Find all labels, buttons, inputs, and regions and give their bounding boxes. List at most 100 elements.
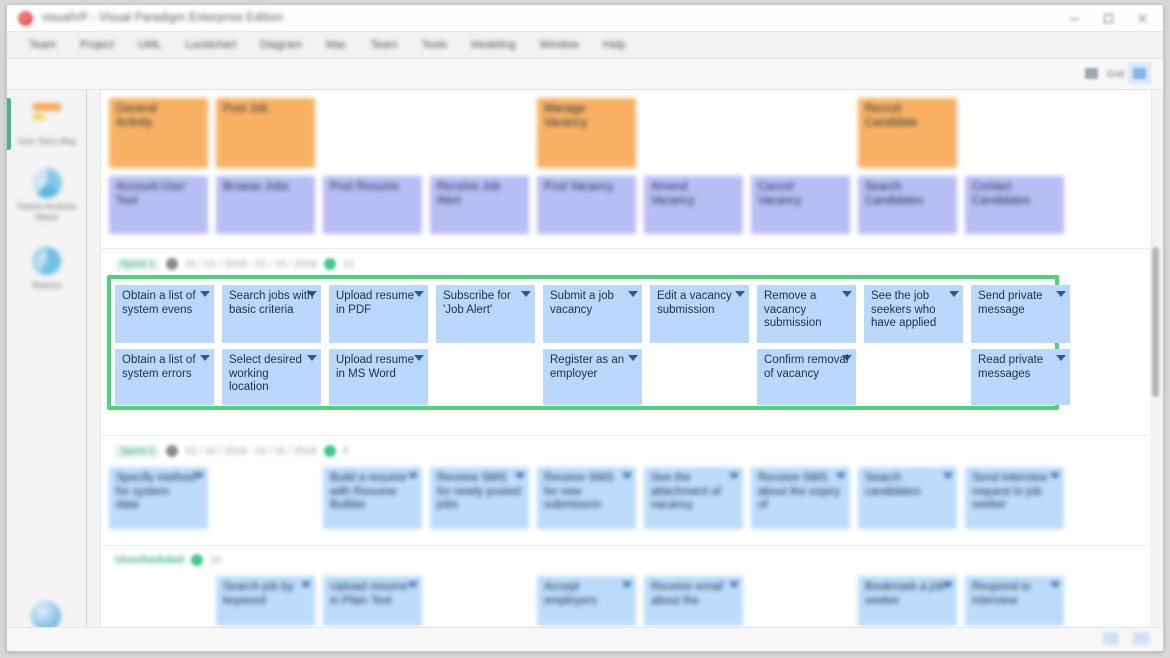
chevron-down-icon[interactable] [200, 291, 210, 297]
card[interactable]: Account User Tool [109, 176, 208, 234]
menu-item-lucidchart[interactable]: Lucidchart [173, 32, 248, 59]
sidebar-item-impact-analysis[interactable]: Impact Analysis Matrix [13, 168, 81, 222]
card[interactable]: See the job seekers who have applied [864, 285, 963, 343]
card[interactable]: General Activity [109, 98, 208, 168]
focused-sprint-container[interactable]: Obtain a list of system evens Search job… [107, 275, 1059, 410]
chevron-down-icon[interactable] [200, 355, 210, 361]
card[interactable]: Manage Vacancy [537, 98, 636, 168]
toolbar: Grid [7, 59, 1163, 90]
card[interactable]: Search candidates [858, 467, 957, 529]
menu-item-team[interactable]: Team [17, 32, 68, 59]
card[interactable]: Submit a job vacancy [543, 285, 642, 343]
chevron-down-icon[interactable] [408, 582, 418, 588]
chevron-down-icon[interactable] [842, 291, 852, 297]
card[interactable]: Send private message [971, 285, 1070, 343]
card[interactable]: Confirm removal of vacancy [757, 349, 856, 405]
card[interactable]: Search Candidates [858, 176, 957, 234]
statusbar [7, 627, 1163, 651]
chevron-down-icon[interactable] [414, 291, 424, 297]
chevron-down-icon[interactable] [735, 291, 745, 297]
chevron-down-icon[interactable] [622, 582, 632, 588]
sidebar-item-label: Reports [13, 280, 81, 291]
menu-item-help[interactable]: Help [591, 32, 638, 59]
card[interactable]: Receive Job Alert [430, 176, 529, 234]
scrollbar-thumb[interactable] [1152, 247, 1159, 397]
chevron-down-icon[interactable] [1056, 291, 1066, 297]
layout-status-icon[interactable] [1103, 632, 1119, 645]
chevron-down-icon[interactable] [622, 473, 632, 479]
chevron-down-icon[interactable] [1050, 473, 1060, 479]
card[interactable]: Upload resume in PDF [329, 285, 428, 343]
chevron-down-icon[interactable] [515, 473, 525, 479]
maximize-button[interactable] [1091, 6, 1125, 31]
chevron-down-icon[interactable] [1056, 355, 1066, 361]
card[interactable]: Upload resume in MS Word [329, 349, 428, 405]
menu-item-window[interactable]: Window [528, 32, 591, 59]
menu-item-diagram[interactable]: Diagram [248, 32, 314, 59]
menu-item-tools[interactable]: Tools [409, 32, 459, 59]
menu-item-modeling[interactable]: Modeling [459, 32, 528, 59]
edit-view-button[interactable] [1080, 63, 1103, 84]
sidebar-item-label: Impact Analysis Matrix [13, 201, 81, 222]
chevron-down-icon[interactable] [729, 582, 739, 588]
sidebar-item-reports[interactable]: Reports [13, 246, 81, 291]
chevron-down-icon[interactable] [949, 291, 959, 297]
sidebar-item-user-story-map[interactable]: User Story Map [13, 100, 81, 147]
card[interactable]: Contact Candidates [965, 176, 1064, 234]
chevron-down-icon[interactable] [628, 355, 638, 361]
card[interactable]: Specify method for system data [109, 467, 208, 529]
zoom-status-icon[interactable] [1133, 632, 1149, 645]
pie-icon [30, 247, 64, 277]
chevron-down-icon[interactable] [408, 473, 418, 479]
menu-item-project[interactable]: Project [68, 32, 126, 59]
chevron-down-icon[interactable] [836, 473, 846, 479]
chevron-down-icon[interactable] [729, 473, 739, 479]
menu-item-mac[interactable]: Mac [314, 32, 359, 59]
close-button[interactable] [1125, 6, 1159, 31]
card[interactable]: Search job by keyword [216, 576, 315, 626]
card[interactable]: Post Vacancy [537, 176, 636, 234]
chevron-down-icon[interactable] [1050, 582, 1060, 588]
card[interactable]: Send interview request to job seeker [965, 467, 1064, 529]
menu-item-team-2[interactable]: Team [359, 32, 410, 59]
card[interactable]: Bookmark a job seeker [858, 576, 957, 626]
chevron-down-icon[interactable] [521, 291, 531, 297]
chevron-down-icon[interactable] [943, 473, 953, 479]
menu-item-uml[interactable]: UML [126, 32, 173, 59]
card[interactable]: Read private messages [971, 349, 1070, 405]
card[interactable]: Amend Vacancy [644, 176, 743, 234]
chevron-down-icon[interactable] [307, 355, 317, 361]
card[interactable]: Recruit Candidate [858, 98, 957, 168]
minimize-button[interactable] [1057, 6, 1091, 31]
chevron-down-icon[interactable] [194, 473, 204, 479]
card[interactable]: Post Job [216, 98, 315, 168]
card[interactable]: Accept employers [537, 576, 636, 626]
chevron-down-icon[interactable] [414, 355, 424, 361]
chevron-down-icon[interactable] [301, 582, 311, 588]
card[interactable]: Build a resume with Resume Builder [323, 467, 422, 529]
card-empty [430, 576, 529, 626]
card[interactable]: Respond to interview [965, 576, 1064, 626]
card[interactable]: Receive SMS for newly posted jobs [430, 467, 529, 529]
card[interactable]: Post Resume [323, 176, 422, 234]
card[interactable]: Receive SMS for new submission [537, 467, 636, 529]
card[interactable]: Select desired working location [222, 349, 321, 405]
card[interactable]: Upload resume in Plain Text [323, 576, 422, 626]
band-top: General Activity Post Job Manage Vacancy… [101, 90, 1151, 249]
card[interactable]: Obtain a list of system evens [115, 285, 214, 343]
canvas-vertical-scrollbar[interactable] [1150, 245, 1161, 628]
card[interactable]: Subscribe for 'Job Alert' [436, 285, 535, 343]
card[interactable]: Receive email about the [644, 576, 743, 626]
card[interactable]: Receive SMS about the expiry of [751, 467, 850, 529]
card[interactable]: Register as an employer [543, 349, 642, 405]
card[interactable]: Browse Jobs [216, 176, 315, 234]
chevron-down-icon[interactable] [628, 291, 638, 297]
card[interactable]: Search jobs with basic criteria [222, 285, 321, 343]
card[interactable]: Cancel Vacancy [751, 176, 850, 234]
band-header-sprint-2: Sprint 2 01 / 16 / 2018 - 01 / 31 / 2018… [101, 440, 1151, 462]
board-view-button[interactable] [1128, 63, 1151, 84]
card[interactable]: See the attachment of vacancy [644, 467, 743, 529]
card[interactable]: Edit a vacancy submission [650, 285, 749, 343]
card[interactable]: Remove a vacancy submission [757, 285, 856, 343]
card[interactable]: Obtain a list of system errors [115, 349, 214, 405]
